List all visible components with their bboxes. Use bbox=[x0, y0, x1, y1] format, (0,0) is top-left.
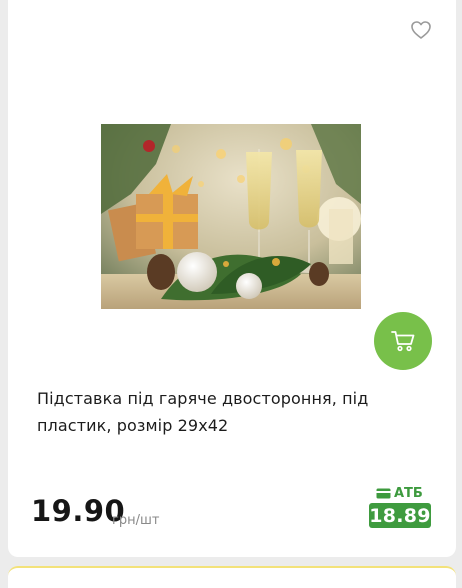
price-unit: грн/шт bbox=[112, 513, 160, 528]
product-image[interactable] bbox=[101, 124, 361, 309]
product-title[interactable]: Підставка під гаряче двостороння, під пл… bbox=[37, 385, 437, 439]
atb-label-text: АТБ bbox=[394, 486, 423, 501]
atb-price-badge: 18.89 bbox=[369, 503, 431, 528]
favorite-button[interactable] bbox=[410, 20, 432, 40]
christmas-placemat-picture bbox=[101, 124, 361, 309]
add-to-cart-button[interactable] bbox=[374, 312, 432, 370]
cart-icon bbox=[391, 331, 415, 352]
card-icon bbox=[376, 488, 391, 499]
next-product-card[interactable] bbox=[8, 566, 456, 588]
atb-card-label: АТБ bbox=[376, 486, 423, 501]
product-card[interactable]: Підставка під гаряче двостороння, під пл… bbox=[8, 0, 456, 557]
heart-outline-icon bbox=[411, 21, 431, 39]
